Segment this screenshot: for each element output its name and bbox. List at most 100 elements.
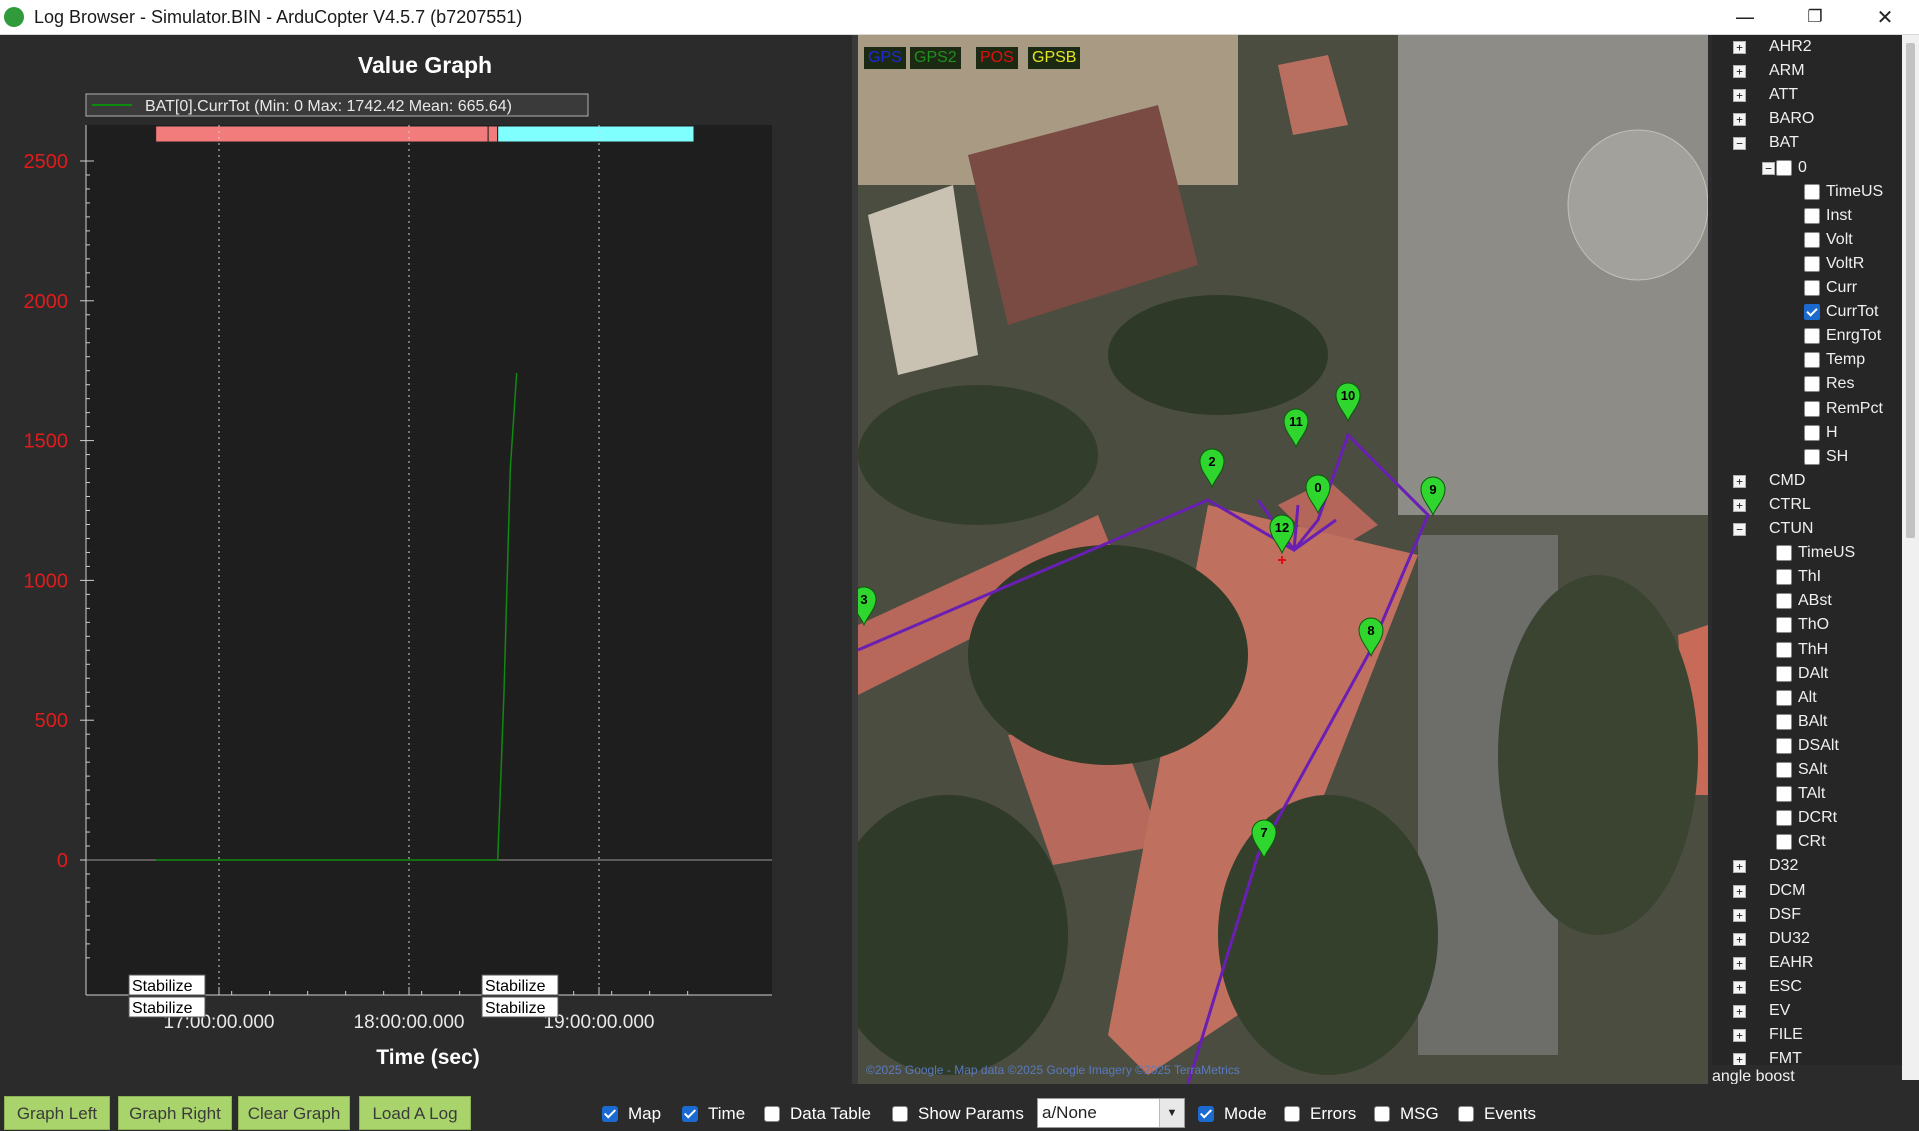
tree-group-eahr[interactable]: + EAHR (1733, 953, 1813, 973)
waypoint-marker-icon[interactable]: 11 (1283, 408, 1309, 449)
checkbox-icon[interactable] (1804, 183, 1820, 200)
checkbox-icon[interactable] (1776, 834, 1792, 851)
checkbox-icon[interactable] (1804, 376, 1820, 393)
mode-select[interactable]: a/None ▼ (1037, 1098, 1185, 1128)
waypoint-marker-icon[interactable]: 10 (1335, 382, 1361, 423)
close-button[interactable]: ✕ (1850, 0, 1919, 34)
tree-field-ctun-balt[interactable]: BAlt (1776, 712, 1827, 732)
graph-left-button[interactable]: Graph Left (4, 1096, 110, 1130)
expand-icon[interactable]: + (1733, 1005, 1746, 1018)
tree-group-esc[interactable]: + ESC (1733, 977, 1802, 997)
tree-field-bat-temp[interactable]: Temp (1804, 350, 1865, 370)
tree-field-bat-volt[interactable]: Volt (1804, 230, 1853, 250)
expand-icon[interactable]: + (1733, 65, 1746, 79)
waypoint-marker-icon[interactable]: 8 (1358, 617, 1384, 658)
expand-icon[interactable]: + (1733, 980, 1746, 994)
checkbox-icon[interactable] (1804, 424, 1820, 441)
checkbox-checked-icon[interactable] (602, 1106, 618, 1122)
expand-icon[interactable]: + (1733, 41, 1746, 54)
expand-icon[interactable]: + (1733, 1053, 1746, 1065)
checkbox-icon[interactable] (1776, 689, 1792, 706)
checkbox-icon[interactable] (1776, 762, 1792, 778)
expand-icon[interactable]: + (1733, 860, 1746, 874)
checkbox-icon[interactable] (1776, 810, 1792, 827)
waypoint-marker-icon[interactable]: 7 (1251, 819, 1277, 860)
checkbox-icon[interactable] (1776, 641, 1792, 658)
tree-field-bat-h[interactable]: H (1804, 423, 1838, 443)
checkbox-checked-icon[interactable] (682, 1106, 698, 1122)
waypoint-marker-icon[interactable]: 0 (1305, 474, 1331, 515)
expand-icon[interactable]: + (1733, 89, 1746, 103)
tree-group-ahr2[interactable]: + AHR2 (1733, 37, 1812, 57)
checkbox-icon[interactable] (1776, 159, 1792, 176)
checkbox-icon[interactable] (892, 1106, 908, 1122)
log-message-tree[interactable]: + AHR2 + ARM + ATT + BARO − BAT −0 TimeUS Inst Volt Vo… (1712, 35, 1902, 1065)
checkbox-icon[interactable] (1804, 352, 1820, 369)
checkbox-icon[interactable] (1458, 1106, 1474, 1122)
checkbox-icon[interactable] (1776, 617, 1792, 634)
tree-scrollbar[interactable] (1902, 35, 1919, 1080)
tree-group-att[interactable]: + ATT (1733, 85, 1798, 105)
expand-icon[interactable]: + (1733, 884, 1746, 898)
tree-group-du32[interactable]: + DU32 (1733, 929, 1810, 949)
tree-field-ctun-thi[interactable]: ThI (1776, 567, 1821, 587)
tree-scroll-thumb[interactable] (1906, 43, 1915, 538)
chevron-down-icon[interactable]: ▼ (1159, 1099, 1184, 1127)
tree-group-ctrl[interactable]: + CTRL (1733, 495, 1811, 515)
checkbox-checked-icon[interactable] (1804, 304, 1820, 321)
tree-group-d32[interactable]: + D32 (1733, 856, 1798, 876)
waypoint-marker-icon[interactable]: 9 (1420, 476, 1446, 517)
load-log-button[interactable]: Load A Log (359, 1096, 471, 1130)
expand-icon[interactable]: + (1733, 908, 1746, 922)
waypoint-marker-icon[interactable]: 2 (1199, 448, 1225, 489)
show-params-checkbox[interactable]: Show Params (892, 1104, 1024, 1126)
tree-field-bat-enrgtot[interactable]: EnrgTot (1804, 326, 1881, 346)
checkbox-icon[interactable] (1776, 665, 1792, 682)
tree-group-ev[interactable]: + EV (1733, 1001, 1790, 1021)
tree-field-ctun-talt[interactable]: TAlt (1776, 784, 1825, 804)
collapse-icon[interactable]: − (1733, 523, 1746, 536)
mode-checkbox[interactable]: Mode (1198, 1104, 1267, 1126)
tree-field-bat-currtot[interactable]: CurrTot (1804, 302, 1878, 322)
tree-group-file[interactable]: + FILE (1733, 1025, 1803, 1045)
data-table-checkbox[interactable]: Data Table (764, 1104, 871, 1126)
maximize-button[interactable]: ❐ (1780, 0, 1850, 34)
tree-field-ctun-dalt[interactable]: DAlt (1776, 664, 1828, 684)
tree-field-ctun-timeus[interactable]: TimeUS (1776, 543, 1855, 563)
checkbox-icon[interactable] (1284, 1106, 1300, 1122)
tree-field-ctun-tho[interactable]: ThO (1776, 615, 1829, 635)
minimize-button[interactable]: — (1710, 0, 1780, 34)
checkbox-icon[interactable] (1776, 569, 1792, 586)
tree-group-baro[interactable]: + BARO (1733, 109, 1814, 129)
checkbox-icon[interactable] (1776, 593, 1792, 610)
tree-group-dsf[interactable]: + DSF (1733, 905, 1801, 925)
map-view[interactable]: 0 2 3 7 8 9 10 11 12 GPS GPS2 POS GPSB ©2025 Goo… (858, 35, 1708, 1084)
tree-field-bat-curr[interactable]: Curr (1804, 278, 1857, 298)
map-checkbox[interactable]: Map (602, 1104, 661, 1126)
tree-field-bat-res[interactable]: Res (1804, 374, 1854, 394)
expand-icon[interactable]: + (1733, 474, 1746, 488)
tree-group-dcm[interactable]: + DCM (1733, 881, 1805, 901)
checkbox-icon[interactable] (1804, 231, 1820, 248)
checkbox-icon[interactable] (1804, 328, 1820, 345)
tree-field-ctun-salt[interactable]: SAlt (1776, 760, 1827, 780)
tree-field-ctun-crt[interactable]: CRt (1776, 832, 1826, 852)
checkbox-icon[interactable] (1804, 207, 1820, 224)
tree-group-ctun[interactable]: − CTUN (1733, 519, 1813, 539)
tree-field-bat-rempct[interactable]: RemPct (1804, 399, 1883, 419)
graph-right-button[interactable]: Graph Right (118, 1096, 232, 1130)
expand-icon[interactable]: + (1733, 1029, 1746, 1043)
checkbox-icon[interactable] (1804, 400, 1820, 417)
tree-field-bat-sh[interactable]: SH (1804, 447, 1848, 467)
tree-field-ctun-thh[interactable]: ThH (1776, 640, 1828, 660)
checkbox-icon[interactable] (1804, 280, 1820, 296)
tree-field-bat-inst[interactable]: Inst (1804, 206, 1852, 226)
collapse-icon[interactable]: − (1762, 161, 1775, 175)
checkbox-icon[interactable] (1776, 786, 1792, 803)
tree-group-arm[interactable]: + ARM (1733, 61, 1805, 81)
checkbox-icon[interactable] (1804, 255, 1820, 272)
events-checkbox[interactable]: Events (1458, 1104, 1536, 1126)
checkbox-icon[interactable] (1804, 448, 1820, 465)
expand-icon[interactable]: + (1733, 932, 1746, 946)
checkbox-icon[interactable] (1776, 545, 1792, 562)
